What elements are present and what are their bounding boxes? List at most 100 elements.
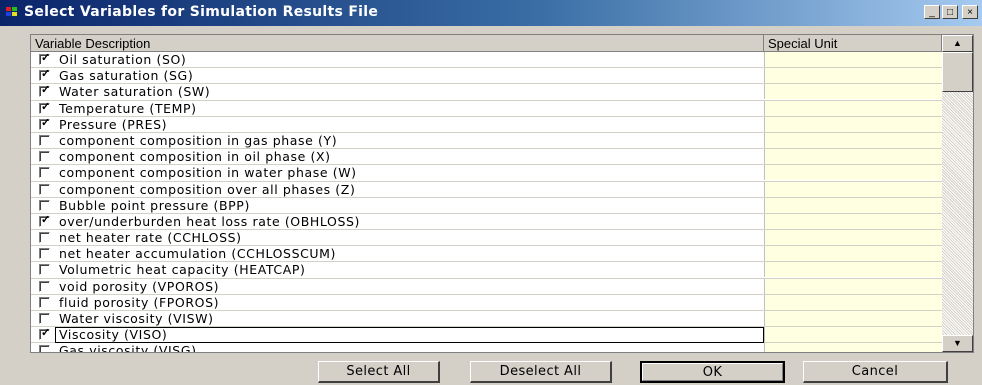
ok-button[interactable]: OK bbox=[640, 361, 785, 383]
cancel-button[interactable]: Cancel bbox=[803, 361, 948, 383]
row-checkbox[interactable]: ✓ bbox=[39, 116, 51, 130]
row-label: Bubble point pressure (BPP) bbox=[59, 197, 250, 213]
row-checkbox[interactable] bbox=[39, 345, 50, 352]
table-row[interactable]: Bubble point pressure (BPP) bbox=[31, 197, 942, 214]
checkmark-icon: ✓ bbox=[41, 68, 51, 81]
dialog-window: Select Variables for Simulation Results … bbox=[0, 0, 982, 385]
special-unit-cell[interactable] bbox=[764, 165, 942, 181]
table-row[interactable]: Gas viscosity (VISG) bbox=[31, 343, 942, 353]
table-row[interactable]: fluid porosity (FPOROS) bbox=[31, 294, 942, 311]
checkmark-icon: ✓ bbox=[41, 52, 51, 64]
table-row[interactable]: ✓ Water saturation (SW) bbox=[31, 84, 942, 101]
window-title: Select Variables for Simulation Results … bbox=[24, 4, 379, 20]
row-checkbox[interactable] bbox=[39, 134, 50, 146]
table-row[interactable]: ✓ over/underburden heat loss rate (OBHLOS… bbox=[31, 213, 942, 231]
special-unit-cell[interactable] bbox=[764, 181, 942, 197]
row-label: component composition in oil phase (X) bbox=[59, 149, 331, 165]
special-unit-cell[interactable] bbox=[764, 68, 942, 84]
close-button[interactable]: × bbox=[962, 5, 978, 19]
select-all-button[interactable]: Select All bbox=[318, 361, 440, 383]
special-unit-cell[interactable] bbox=[764, 213, 942, 229]
scroll-down-arrow-icon[interactable]: ▼ bbox=[942, 335, 973, 352]
special-unit-cell[interactable] bbox=[764, 294, 942, 310]
special-unit-cell[interactable] bbox=[764, 278, 942, 294]
row-checkbox[interactable] bbox=[39, 280, 50, 292]
grid-rows: ✓ Oil saturation (SO) ✓ Gas saturation (SG)… bbox=[31, 52, 942, 353]
row-checkbox[interactable]: ✓ bbox=[39, 327, 51, 341]
special-unit-cell[interactable] bbox=[764, 230, 942, 246]
special-unit-cell[interactable] bbox=[764, 149, 942, 165]
special-unit-cell[interactable] bbox=[764, 100, 942, 116]
table-row[interactable]: Water viscosity (VISW) bbox=[31, 311, 942, 328]
special-unit-cell[interactable] bbox=[764, 132, 942, 148]
row-label: over/underburden heat loss rate (OBHLOSS… bbox=[59, 213, 361, 229]
row-checkbox[interactable] bbox=[39, 313, 50, 324]
row-checkbox[interactable] bbox=[39, 151, 50, 163]
row-checkbox[interactable] bbox=[39, 248, 50, 260]
special-unit-cell[interactable] bbox=[764, 197, 942, 213]
special-unit-cell[interactable] bbox=[764, 246, 942, 262]
special-unit-cell[interactable] bbox=[764, 311, 942, 326]
title-bar[interactable]: Select Variables for Simulation Results … bbox=[0, 0, 982, 26]
column-header-special-unit[interactable]: Special Unit bbox=[764, 35, 942, 52]
scroll-thumb[interactable] bbox=[942, 52, 973, 92]
row-label: component composition over all phases (Z… bbox=[59, 181, 356, 197]
checkmark-icon: ✓ bbox=[41, 327, 51, 340]
row-checkbox[interactable] bbox=[39, 167, 50, 179]
column-header-description[interactable]: Variable Description bbox=[31, 35, 764, 52]
row-label: component composition in gas phase (Y) bbox=[59, 132, 338, 148]
row-checkbox[interactable]: ✓ bbox=[39, 100, 51, 114]
table-row[interactable]: ✓ Gas saturation (SG) bbox=[31, 68, 942, 85]
row-label: net heater accumulation (CCHLOSSCUM) bbox=[59, 246, 337, 262]
table-row[interactable]: component composition over all phases (Z… bbox=[31, 181, 942, 198]
row-checkbox[interactable]: ✓ bbox=[39, 52, 51, 65]
row-checkbox[interactable] bbox=[39, 296, 50, 308]
special-unit-cell[interactable] bbox=[764, 327, 942, 343]
scroll-up-arrow-icon[interactable]: ▲ bbox=[942, 35, 973, 52]
row-label: Water viscosity (VISW) bbox=[59, 311, 214, 326]
checkmark-icon: ✓ bbox=[41, 213, 51, 226]
table-row[interactable]: net heater accumulation (CCHLOSSCUM) bbox=[31, 246, 942, 263]
vertical-scrollbar[interactable]: ▲ ▼ bbox=[942, 35, 973, 352]
checkmark-icon: ✓ bbox=[41, 100, 51, 113]
row-checkbox[interactable] bbox=[39, 264, 50, 276]
special-unit-cell[interactable] bbox=[764, 262, 942, 278]
special-unit-cell[interactable] bbox=[764, 52, 942, 67]
row-label: component composition in water phase (W) bbox=[59, 165, 357, 181]
deselect-all-button[interactable]: Deselect All bbox=[470, 361, 612, 383]
table-row[interactable]: component composition in oil phase (X) bbox=[31, 149, 942, 166]
table-row[interactable]: Volumetric heat capacity (HEATCAP) bbox=[31, 262, 942, 279]
row-label: net heater rate (CCHLOSS) bbox=[59, 230, 242, 246]
row-label: fluid porosity (FPOROS) bbox=[59, 294, 220, 310]
row-checkbox[interactable] bbox=[39, 232, 50, 244]
table-row[interactable]: ✓ Temperature (TEMP) bbox=[31, 100, 942, 117]
table-row[interactable]: component composition in water phase (W) bbox=[31, 165, 942, 182]
row-label: Viscosity (VISO) bbox=[59, 327, 168, 343]
row-label: Pressure (PRES) bbox=[59, 116, 168, 132]
special-unit-cell[interactable] bbox=[764, 343, 942, 352]
row-label: Oil saturation (SO) bbox=[59, 52, 187, 67]
table-row[interactable]: net heater rate (CCHLOSS) bbox=[31, 230, 942, 247]
row-label: Volumetric heat capacity (HEATCAP) bbox=[59, 262, 306, 278]
row-label: void porosity (VPOROS) bbox=[59, 278, 220, 294]
table-row[interactable]: ✓ Viscosity (VISO) bbox=[31, 327, 942, 344]
row-checkbox[interactable]: ✓ bbox=[39, 213, 51, 227]
special-unit-cell[interactable] bbox=[764, 116, 942, 132]
checkmark-icon: ✓ bbox=[41, 116, 51, 129]
row-label: Gas saturation (SG) bbox=[59, 68, 194, 84]
row-checkbox[interactable]: ✓ bbox=[39, 68, 51, 82]
checkmark-icon: ✓ bbox=[41, 84, 51, 97]
maximize-button[interactable]: □ bbox=[942, 5, 958, 19]
table-row[interactable]: void porosity (VPOROS) bbox=[31, 278, 942, 295]
minimize-button[interactable]: _ bbox=[924, 5, 940, 19]
row-checkbox[interactable] bbox=[39, 183, 50, 195]
row-checkbox[interactable]: ✓ bbox=[39, 84, 51, 98]
row-checkbox[interactable] bbox=[39, 199, 50, 211]
ok-button-label: OK bbox=[702, 365, 723, 380]
row-label: Gas viscosity (VISG) bbox=[59, 343, 197, 353]
table-row[interactable]: component composition in gas phase (Y) bbox=[31, 132, 942, 150]
variables-grid: Variable Description Special Unit ✓ Oil s… bbox=[30, 34, 974, 353]
special-unit-cell[interactable] bbox=[764, 84, 942, 100]
table-row[interactable]: ✓ Oil saturation (SO) bbox=[31, 52, 942, 69]
table-row[interactable]: ✓ Pressure (PRES) bbox=[31, 116, 942, 133]
